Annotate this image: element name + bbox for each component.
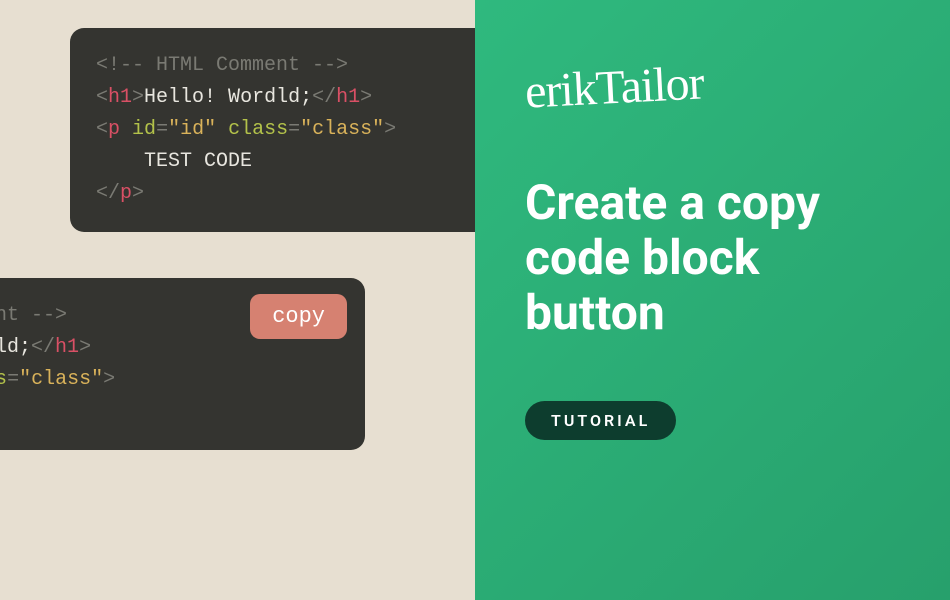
- page-title: Create a copy code block button: [525, 175, 900, 341]
- code-block-secondary: copy L Comment --> o! Wordld;</h1> d" cl…: [0, 278, 365, 450]
- code-line-p-open: <p id="id" class="class">: [96, 114, 524, 146]
- code-line-p-open: d" class="class">: [0, 364, 339, 396]
- left-panel: <!-- HTML Comment --> <h1>Hello! Wordld;…: [0, 0, 475, 600]
- category-badge: TUTORIAL: [525, 401, 676, 440]
- brand-logo: erikTailor: [524, 55, 705, 119]
- code-line-p-close: </p>: [96, 178, 524, 210]
- code-line-comment: <!-- HTML Comment -->: [96, 50, 524, 82]
- code-line-text: TEST CODE: [96, 146, 524, 178]
- code-line-text: ODE: [0, 396, 339, 428]
- copy-button[interactable]: copy: [250, 294, 347, 339]
- code-line-h1: <h1>Hello! Wordld;</h1>: [96, 82, 524, 114]
- right-panel: erikTailor Create a copy code block butt…: [475, 0, 950, 600]
